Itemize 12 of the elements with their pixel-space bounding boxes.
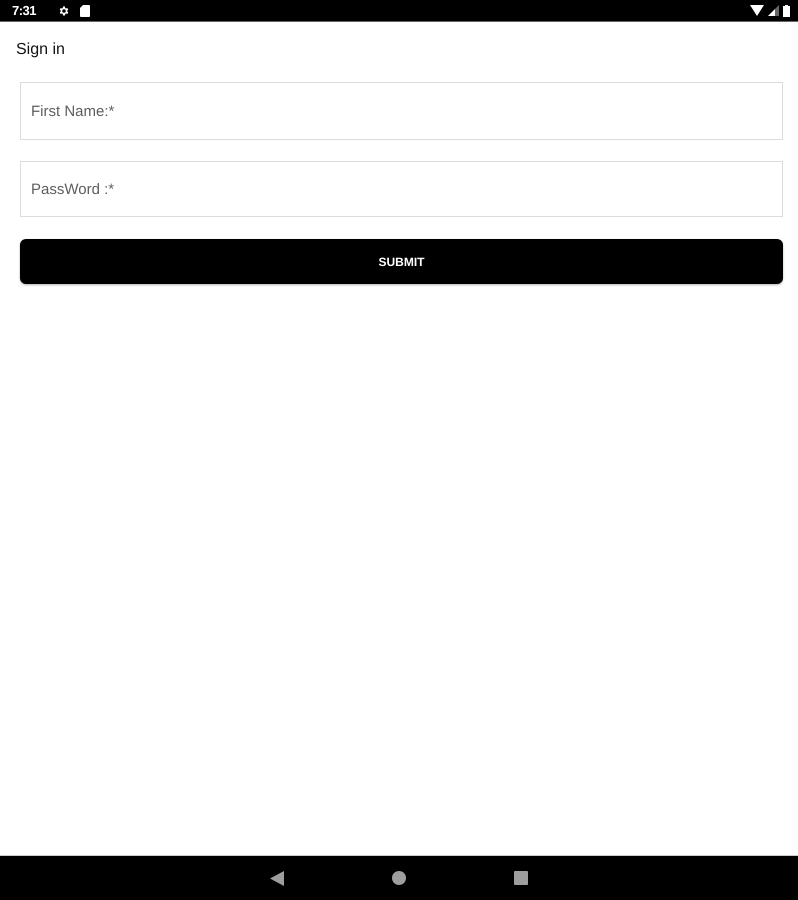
settings-icon [58,4,70,16]
wifi-icon [750,5,764,16]
sd-card-icon [80,4,90,16]
input-field[interactable]: First Name:* [20,82,783,140]
battery-icon [783,4,790,16]
signal-icon [768,5,779,16]
page-title: Sign in [16,40,65,60]
home-icon[interactable] [392,871,406,885]
input-field[interactable]: PassWord :* [20,161,783,217]
back-icon[interactable] [270,870,284,886]
status-time: 7:31 [12,2,36,20]
submit-button[interactable]: SUBMIT [20,239,783,284]
